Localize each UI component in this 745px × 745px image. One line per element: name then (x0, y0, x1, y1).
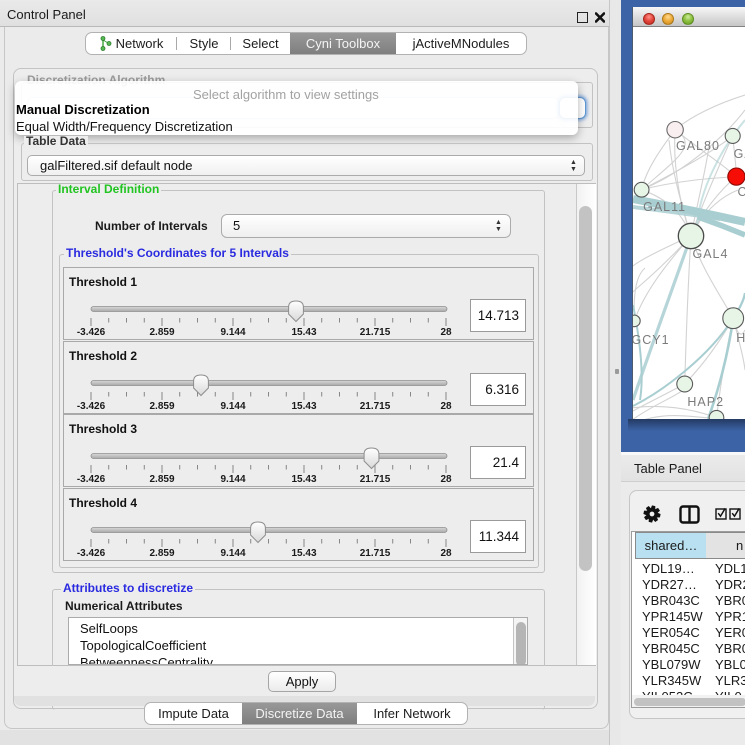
svg-text:-3.426: -3.426 (77, 327, 106, 338)
svg-text:GAL3: GAL3 (734, 147, 745, 161)
svg-text:21.715: 21.715 (360, 548, 391, 559)
svg-text:HAP: HAP (736, 331, 745, 345)
svg-text:GAL80: GAL80 (676, 139, 720, 153)
svg-text:28: 28 (440, 474, 452, 485)
svg-text:-3.426: -3.426 (77, 401, 106, 412)
svg-text:28: 28 (440, 548, 452, 559)
svg-text:15.43: 15.43 (291, 474, 316, 485)
svg-text:21.715: 21.715 (360, 474, 391, 485)
svg-text:CRP1: CRP1 (738, 185, 745, 199)
svg-text:2.859: 2.859 (149, 474, 174, 485)
svg-text:9.144: 9.144 (220, 401, 245, 412)
svg-text:2.859: 2.859 (149, 548, 174, 559)
svg-text:21.715: 21.715 (360, 327, 391, 338)
svg-text:21.715: 21.715 (360, 401, 391, 412)
svg-text:9.144: 9.144 (220, 548, 245, 559)
svg-text:28: 28 (440, 401, 452, 412)
svg-text:2.859: 2.859 (149, 327, 174, 338)
svg-text:GCY1: GCY1 (633, 333, 670, 347)
svg-text:15.43: 15.43 (291, 327, 316, 338)
svg-text:HAP2: HAP2 (687, 395, 724, 409)
svg-text:-3.426: -3.426 (77, 548, 106, 559)
svg-text:GAL4: GAL4 (693, 247, 729, 261)
svg-text:28: 28 (440, 327, 452, 338)
svg-text:GAL11: GAL11 (643, 200, 686, 214)
svg-text:2.859: 2.859 (149, 401, 174, 412)
svg-text:-3.426: -3.426 (77, 474, 106, 485)
svg-text:9.144: 9.144 (220, 327, 245, 338)
svg-text:9.144: 9.144 (220, 474, 245, 485)
svg-text:15.43: 15.43 (291, 401, 316, 412)
svg-text:15.43: 15.43 (291, 548, 316, 559)
